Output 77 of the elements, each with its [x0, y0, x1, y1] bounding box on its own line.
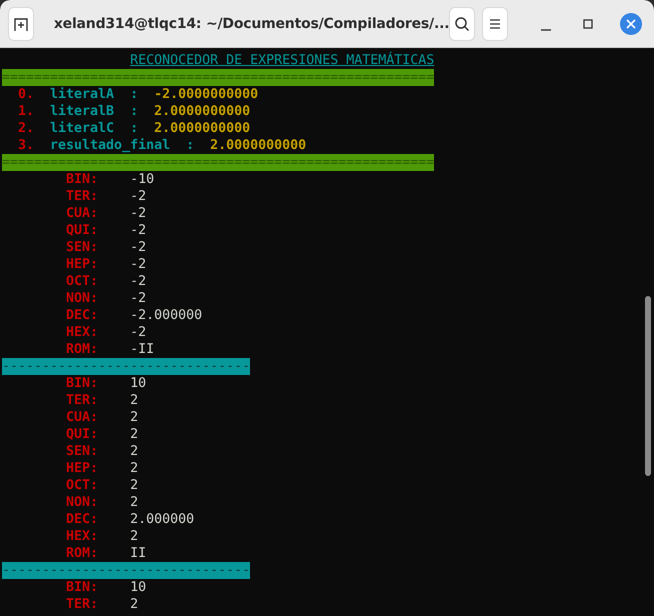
- menu-button[interactable]: [482, 6, 508, 40]
- base-value: 2: [130, 596, 138, 613]
- base-value: 10: [130, 579, 146, 596]
- base-label: CUA:: [66, 205, 100, 222]
- base-label: ROM:: [66, 341, 100, 358]
- base-value: -2: [130, 188, 146, 205]
- separator-bar: ======================================================: [2, 69, 434, 86]
- variable-name: literalB :: [50, 103, 138, 120]
- separator-bar: -------------------------------: [2, 358, 250, 375]
- base-label: QUI:: [66, 426, 100, 443]
- variable-value: 2.0000000000: [154, 103, 250, 120]
- variable-value: 2.0000000000: [210, 137, 306, 154]
- scrollbar-thumb[interactable]: [645, 296, 651, 476]
- base-label: DEC:: [66, 307, 100, 324]
- base-label: TER:: [66, 596, 100, 613]
- close-button[interactable]: [620, 12, 642, 34]
- base-label: BIN:: [66, 375, 100, 392]
- base-value: -2: [130, 239, 146, 256]
- base-value: -2.000000: [130, 307, 202, 324]
- base-label: HEX:: [66, 528, 100, 545]
- base-value: 2: [130, 460, 138, 477]
- base-value: -II: [130, 341, 154, 358]
- base-value: 2: [130, 409, 138, 426]
- base-label: CUA:: [66, 409, 100, 426]
- separator-bar: ======================================================: [2, 154, 434, 171]
- base-label: NON:: [66, 494, 100, 511]
- base-label: HEX:: [66, 324, 100, 341]
- minimize-icon: [540, 28, 551, 30]
- base-value: 2.000000: [130, 511, 194, 528]
- variable-name: literalA :: [50, 86, 138, 103]
- base-label: TER:: [66, 392, 100, 409]
- base-label: NON:: [66, 290, 100, 307]
- base-value: 2: [130, 494, 138, 511]
- item-index: 0.: [18, 86, 36, 103]
- maximize-icon: [582, 18, 593, 28]
- search-icon: [454, 16, 470, 32]
- base-label: SEN:: [66, 239, 100, 256]
- base-value: -2: [130, 256, 146, 273]
- variable-value: 2.0000000000: [154, 120, 250, 137]
- base-label: HEP:: [66, 256, 100, 273]
- base-label: OCT:: [66, 477, 100, 494]
- base-label: HEP:: [66, 460, 100, 477]
- base-label: TER:: [66, 188, 100, 205]
- menu-icon: [489, 18, 502, 30]
- base-value: 2: [130, 426, 138, 443]
- base-value: -2: [130, 324, 146, 341]
- base-value: -2: [130, 222, 146, 239]
- base-value: II: [130, 545, 146, 562]
- base-label: OCT:: [66, 273, 100, 290]
- new-tab-icon: [12, 16, 29, 32]
- base-value: 10: [130, 375, 146, 392]
- base-label: ROM:: [66, 545, 100, 562]
- base-value: -2: [130, 290, 146, 307]
- close-icon: [626, 18, 636, 28]
- base-value: 2: [130, 443, 138, 460]
- base-label: SEN:: [66, 443, 100, 460]
- separator-bar: -------------------------------: [2, 562, 250, 579]
- terminal-heading: RECONOCEDOR DE EXPRESIONES MATEMÁTICAS: [130, 52, 434, 69]
- item-index: 1.: [18, 103, 36, 120]
- window-title: xeland314@tlqc14: ~/Documentos/Compiladores/...: [52, 16, 450, 32]
- base-value: -10: [130, 171, 154, 188]
- base-label: BIN:: [66, 171, 100, 188]
- variable-value: -2.0000000000: [154, 86, 258, 103]
- search-button[interactable]: [449, 6, 476, 40]
- base-value: 2: [130, 477, 138, 494]
- base-value: 2: [130, 528, 138, 545]
- base-value: -2: [130, 205, 146, 222]
- item-index: 3.: [18, 137, 36, 154]
- variable-name: literalC :: [50, 120, 138, 137]
- base-value: 2: [130, 392, 138, 409]
- new-tab-button[interactable]: [8, 6, 34, 40]
- base-label: DEC:: [66, 511, 100, 528]
- variable-name: resultado_final :: [50, 137, 194, 154]
- base-label: BIN:: [66, 579, 100, 596]
- item-index: 2.: [18, 120, 36, 137]
- base-label: QUI:: [66, 222, 100, 239]
- base-value: -2: [130, 273, 146, 290]
